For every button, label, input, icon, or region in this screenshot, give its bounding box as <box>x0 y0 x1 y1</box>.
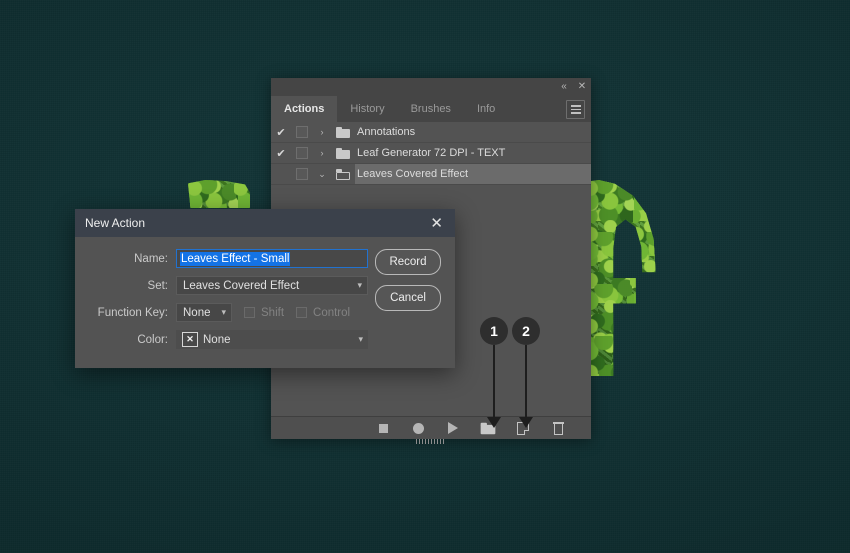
color-label: Color: <box>75 334 176 346</box>
cancel-button[interactable]: Cancel <box>375 285 441 311</box>
function-key-select[interactable]: None ▾ <box>176 303 232 322</box>
row-dialog-toggle[interactable] <box>291 168 313 180</box>
row-toggle-check[interactable]: ✔ <box>271 126 291 139</box>
list-item-label: Annotations <box>355 122 591 142</box>
chevron-down-icon: ▾ <box>358 334 363 345</box>
shift-label: Shift <box>261 307 284 319</box>
function-key-label: Function Key: <box>75 307 176 319</box>
panel-titlebar: « ✕ <box>271 78 591 96</box>
chevron-down-icon: ▾ <box>357 280 362 291</box>
dialog-body: Name: Leaves Effect - Small Set: Leaves … <box>75 237 455 349</box>
set-select[interactable]: Leaves Covered Effect ▾ <box>176 276 368 295</box>
dialog-buttons: Record Cancel <box>375 249 441 311</box>
hamburger-menu-icon[interactable] <box>566 100 585 119</box>
tab-info[interactable]: Info <box>464 96 508 122</box>
control-checkbox[interactable] <box>296 307 307 318</box>
callout-2: 2 <box>512 317 540 345</box>
collapse-icon[interactable]: « <box>555 78 573 96</box>
closed-folder-icon <box>331 148 355 159</box>
color-select[interactable]: ✕ None ▾ <box>176 330 368 349</box>
color-select-value: None <box>203 334 231 346</box>
close-icon[interactable]: ✕ <box>428 216 445 231</box>
table-row[interactable]: ✔ › Leaf Generator 72 DPI - TEXT <box>271 143 591 164</box>
record-circle-icon[interactable] <box>411 421 425 435</box>
color-row: Color: ✕ None ▾ <box>75 330 455 349</box>
chevron-down-icon[interactable]: ⌄ <box>313 169 331 180</box>
list-item-label: Leaf Generator 72 DPI - TEXT <box>355 143 591 163</box>
leaf-artwork-partial <box>188 180 250 208</box>
control-checkbox-group: Control <box>296 307 350 319</box>
set-label: Set: <box>75 280 176 292</box>
new-action-dialog: New Action ✕ Name: Leaves Effect - Small… <box>75 209 455 368</box>
chevron-right-icon[interactable]: › <box>313 148 331 158</box>
record-button[interactable]: Record <box>375 249 441 275</box>
callout-badge: 1 <box>480 317 508 345</box>
table-row[interactable]: ⌄ Leaves Covered Effect <box>271 164 591 185</box>
close-icon[interactable]: ✕ <box>573 78 591 96</box>
callout-arrowhead <box>519 417 533 428</box>
function-key-select-value: None <box>183 307 211 319</box>
tab-brushes[interactable]: Brushes <box>398 96 464 122</box>
chevron-down-icon: ▾ <box>221 307 226 318</box>
tab-actions[interactable]: Actions <box>271 96 337 122</box>
shift-checkbox[interactable] <box>244 307 255 318</box>
open-folder-icon <box>331 169 355 180</box>
panel-footer-toolbar <box>271 416 591 439</box>
trash-icon[interactable] <box>551 421 565 435</box>
dialog-title: New Action <box>85 216 145 230</box>
row-dialog-toggle[interactable] <box>291 126 313 138</box>
panel-resize-grip[interactable] <box>416 439 446 444</box>
name-label: Name: <box>75 253 176 265</box>
shift-checkbox-group: Shift <box>244 307 284 319</box>
row-dialog-toggle[interactable] <box>291 147 313 159</box>
callout-stem <box>493 345 495 419</box>
name-input[interactable]: Leaves Effect - Small <box>176 249 368 268</box>
control-label: Control <box>313 307 350 319</box>
callout-1: 1 <box>480 317 508 345</box>
callout-stem <box>525 345 527 419</box>
name-input-value: Leaves Effect - Small <box>180 252 290 266</box>
tab-history[interactable]: History <box>337 96 397 122</box>
table-row[interactable]: ✔ › Annotations <box>271 122 591 143</box>
chevron-right-icon[interactable]: › <box>313 127 331 137</box>
play-triangle-icon[interactable] <box>446 421 460 435</box>
no-color-icon: ✕ <box>182 332 198 347</box>
stop-square-icon[interactable] <box>376 421 390 435</box>
callout-arrowhead <box>487 417 501 428</box>
set-select-value: Leaves Covered Effect <box>183 280 299 292</box>
callout-badge: 2 <box>512 317 540 345</box>
closed-folder-icon <box>331 127 355 138</box>
panel-tab-bar: Actions History Brushes Info <box>271 96 591 123</box>
row-toggle-check[interactable]: ✔ <box>271 147 291 160</box>
list-item-label: Leaves Covered Effect <box>355 164 591 184</box>
dialog-titlebar: New Action ✕ <box>75 209 455 237</box>
